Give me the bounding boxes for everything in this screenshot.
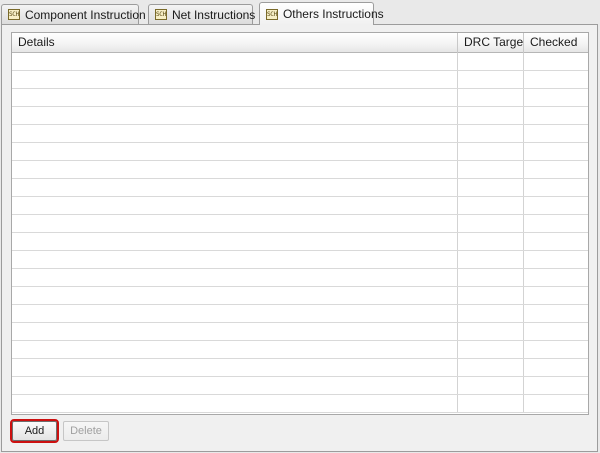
table-cell[interactable]: [458, 287, 524, 304]
table-cell[interactable]: [524, 179, 588, 196]
table-cell[interactable]: [12, 359, 458, 376]
instructions-panel: Details DRC Target Checked Add Delete: [1, 24, 598, 452]
sch-icon: SCH: [155, 9, 167, 20]
tab-label: Others Instructions: [282, 7, 384, 21]
table-cell[interactable]: [524, 215, 588, 232]
table-cell[interactable]: [458, 323, 524, 340]
table-cell[interactable]: [458, 377, 524, 394]
table-cell[interactable]: [524, 377, 588, 394]
table-row[interactable]: [12, 269, 588, 287]
table-cell[interactable]: [524, 359, 588, 376]
table-cell[interactable]: [458, 179, 524, 196]
sch-icon: SCH: [266, 8, 278, 20]
table-cell[interactable]: [458, 71, 524, 88]
table-cell[interactable]: [458, 161, 524, 178]
table-cell[interactable]: [524, 395, 588, 412]
table-row[interactable]: [12, 323, 588, 341]
table-cell[interactable]: [458, 107, 524, 124]
table-cell[interactable]: [524, 233, 588, 250]
table-cell[interactable]: [12, 179, 458, 196]
table-cell[interactable]: [524, 71, 588, 88]
table-row[interactable]: [12, 71, 588, 89]
tab-strip: SCH Component Instruction SCH Net Instru…: [0, 0, 600, 25]
delete-button[interactable]: Delete: [63, 421, 109, 441]
table-cell[interactable]: [524, 53, 588, 70]
grid-header: Details DRC Target Checked: [12, 33, 588, 53]
table-cell[interactable]: [524, 323, 588, 340]
table-cell[interactable]: [12, 233, 458, 250]
table-cell[interactable]: [524, 125, 588, 142]
table-row[interactable]: [12, 125, 588, 143]
table-row[interactable]: [12, 341, 588, 359]
table-row[interactable]: [12, 197, 588, 215]
table-cell[interactable]: [458, 395, 524, 412]
table-row[interactable]: [12, 359, 588, 377]
table-cell[interactable]: [524, 269, 588, 286]
table-row[interactable]: [12, 53, 588, 71]
table-cell[interactable]: [524, 251, 588, 268]
table-cell[interactable]: [458, 359, 524, 376]
table-cell[interactable]: [12, 215, 458, 232]
table-cell[interactable]: [458, 125, 524, 142]
table-cell[interactable]: [524, 287, 588, 304]
table-cell[interactable]: [458, 215, 524, 232]
table-cell[interactable]: [12, 269, 458, 286]
table-cell[interactable]: [458, 233, 524, 250]
table-cell[interactable]: [12, 323, 458, 340]
table-row[interactable]: [12, 395, 588, 413]
tab-component-instruction[interactable]: SCH Component Instruction: [1, 4, 146, 24]
table-cell[interactable]: [458, 251, 524, 268]
table-cell[interactable]: [12, 377, 458, 394]
tab-label: Net Instructions: [171, 7, 256, 22]
table-row[interactable]: [12, 107, 588, 125]
table-row[interactable]: [12, 377, 588, 395]
table-row[interactable]: [12, 287, 588, 305]
column-header-drc-target[interactable]: DRC Target: [458, 33, 524, 53]
column-header-checked[interactable]: Checked: [524, 33, 588, 53]
table-row[interactable]: [12, 161, 588, 179]
table-cell[interactable]: [524, 89, 588, 106]
tab-net-instructions[interactable]: SCH Net Instructions: [148, 4, 256, 24]
table-cell[interactable]: [12, 53, 458, 70]
table-cell[interactable]: [458, 305, 524, 322]
table-cell[interactable]: [12, 125, 458, 142]
table-cell[interactable]: [12, 107, 458, 124]
table-row[interactable]: [12, 233, 588, 251]
table-cell[interactable]: [12, 71, 458, 88]
table-cell[interactable]: [524, 161, 588, 178]
tab-label: Component Instruction: [24, 7, 146, 22]
table-cell[interactable]: [458, 89, 524, 106]
tab-others-instructions[interactable]: SCH Others Instructions: [259, 2, 384, 25]
table-cell[interactable]: [12, 287, 458, 304]
table-row[interactable]: [12, 305, 588, 323]
table-row[interactable]: [12, 179, 588, 197]
table-row[interactable]: [12, 143, 588, 161]
table-cell[interactable]: [458, 143, 524, 160]
table-cell[interactable]: [12, 197, 458, 214]
table-cell[interactable]: [524, 143, 588, 160]
table-cell[interactable]: [12, 305, 458, 322]
add-button[interactable]: Add: [10, 419, 59, 443]
table-cell[interactable]: [458, 341, 524, 358]
table-cell[interactable]: [524, 197, 588, 214]
table-cell[interactable]: [458, 197, 524, 214]
grid-body: [12, 53, 588, 413]
table-cell[interactable]: [458, 53, 524, 70]
table-cell[interactable]: [12, 341, 458, 358]
table-cell[interactable]: [12, 161, 458, 178]
column-header-details[interactable]: Details: [12, 33, 458, 53]
table-cell[interactable]: [12, 395, 458, 412]
table-cell[interactable]: [524, 107, 588, 124]
table-row[interactable]: [12, 89, 588, 107]
table-cell[interactable]: [458, 269, 524, 286]
table-row[interactable]: [12, 215, 588, 233]
table-cell[interactable]: [12, 89, 458, 106]
instructions-grid[interactable]: Details DRC Target Checked: [11, 32, 589, 415]
table-row[interactable]: [12, 251, 588, 269]
table-cell[interactable]: [524, 305, 588, 322]
sch-icon: SCH: [8, 9, 20, 20]
table-cell[interactable]: [524, 341, 588, 358]
table-cell[interactable]: [12, 251, 458, 268]
table-cell[interactable]: [12, 143, 458, 160]
